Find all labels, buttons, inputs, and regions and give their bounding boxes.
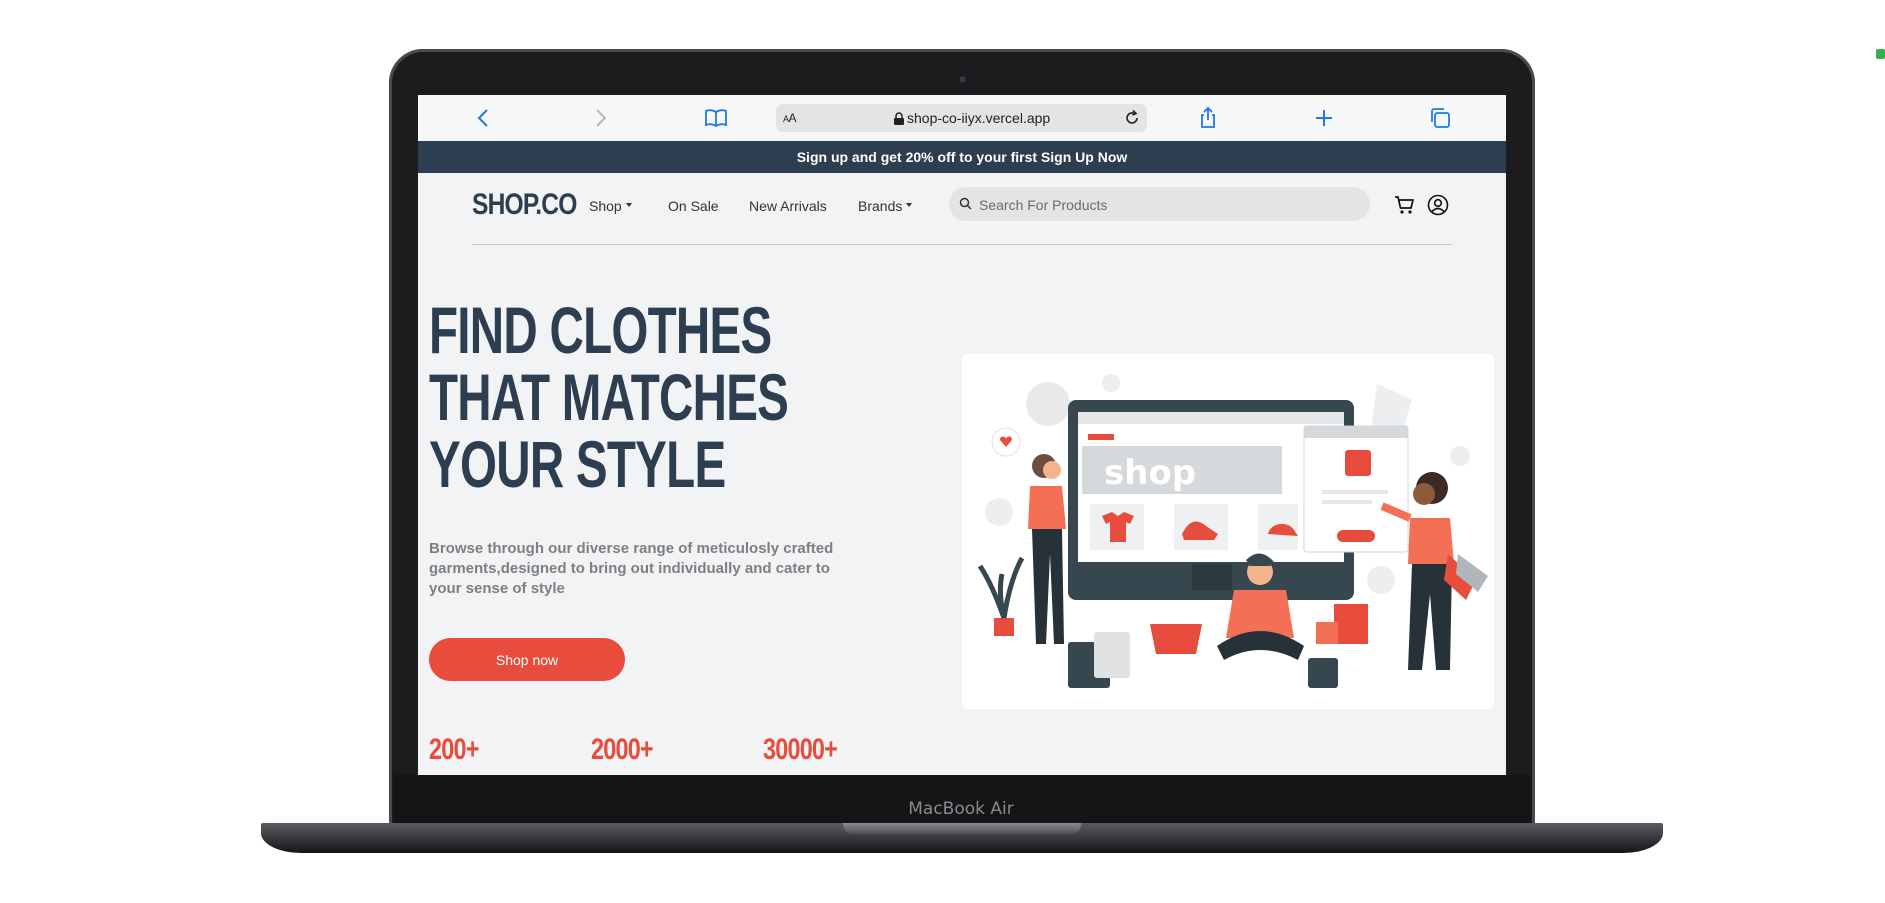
- search-icon: [959, 197, 972, 210]
- forward-icon[interactable]: [588, 106, 612, 130]
- stat-brands: 200+: [429, 733, 479, 766]
- camera-icon: [958, 75, 967, 84]
- browser-toolbar: AA shop-co-iiyx.vercel.app: [418, 95, 1506, 141]
- laptop-hinge-notch: [843, 823, 1081, 834]
- hero-title: FIND CLOTHES THAT MATCHES YOUR STYLE: [429, 293, 789, 501]
- site-logo[interactable]: SHOP.CO: [472, 188, 577, 222]
- share-icon[interactable]: [1196, 106, 1220, 130]
- bookmarks-icon[interactable]: [704, 106, 728, 130]
- cart-icon[interactable]: [1394, 194, 1416, 216]
- illustration-shop-text: shop: [1104, 453, 1196, 493]
- device-model-label: MacBook Air: [908, 799, 1014, 819]
- screen: AA shop-co-iiyx.vercel.app Sign up and g…: [418, 95, 1506, 775]
- search-input[interactable]: [977, 187, 1361, 223]
- site-nav: SHOP.CO Shop On Sale New Arrivals Brands: [418, 173, 1506, 243]
- nav-divider: [472, 244, 1452, 245]
- tabs-icon[interactable]: [1428, 106, 1452, 130]
- search-bar[interactable]: [949, 187, 1370, 223]
- edge-marker-icon: [1876, 49, 1885, 59]
- promo-banner[interactable]: Sign up and get 20% off to your first Si…: [418, 141, 1506, 173]
- lock-icon: [894, 112, 904, 125]
- chevron-down-icon: [906, 203, 913, 208]
- nav-link-brands[interactable]: Brands: [858, 198, 913, 214]
- hero-description: Browse through our diverse range of meti…: [429, 540, 834, 597]
- nav-link-on-sale[interactable]: On Sale: [668, 198, 719, 214]
- nav-link-new-arrivals[interactable]: New Arrivals: [749, 198, 827, 214]
- nav-link-shop[interactable]: Shop: [589, 198, 632, 214]
- address-bar[interactable]: AA shop-co-iiyx.vercel.app: [776, 104, 1147, 132]
- stat-customers: 30000+: [763, 733, 838, 766]
- stat-products: 2000+: [591, 733, 654, 766]
- chevron-down-icon: [625, 203, 632, 208]
- user-icon[interactable]: [1427, 194, 1449, 216]
- text-size-button[interactable]: AA: [783, 111, 797, 125]
- back-icon[interactable]: [472, 106, 496, 130]
- shop-now-button[interactable]: Shop now: [429, 638, 625, 681]
- hero-illustration: shop: [962, 354, 1494, 709]
- new-tab-icon[interactable]: [1312, 106, 1336, 130]
- url-text: shop-co-iiyx.vercel.app: [907, 110, 1051, 126]
- reload-icon[interactable]: [1123, 109, 1141, 127]
